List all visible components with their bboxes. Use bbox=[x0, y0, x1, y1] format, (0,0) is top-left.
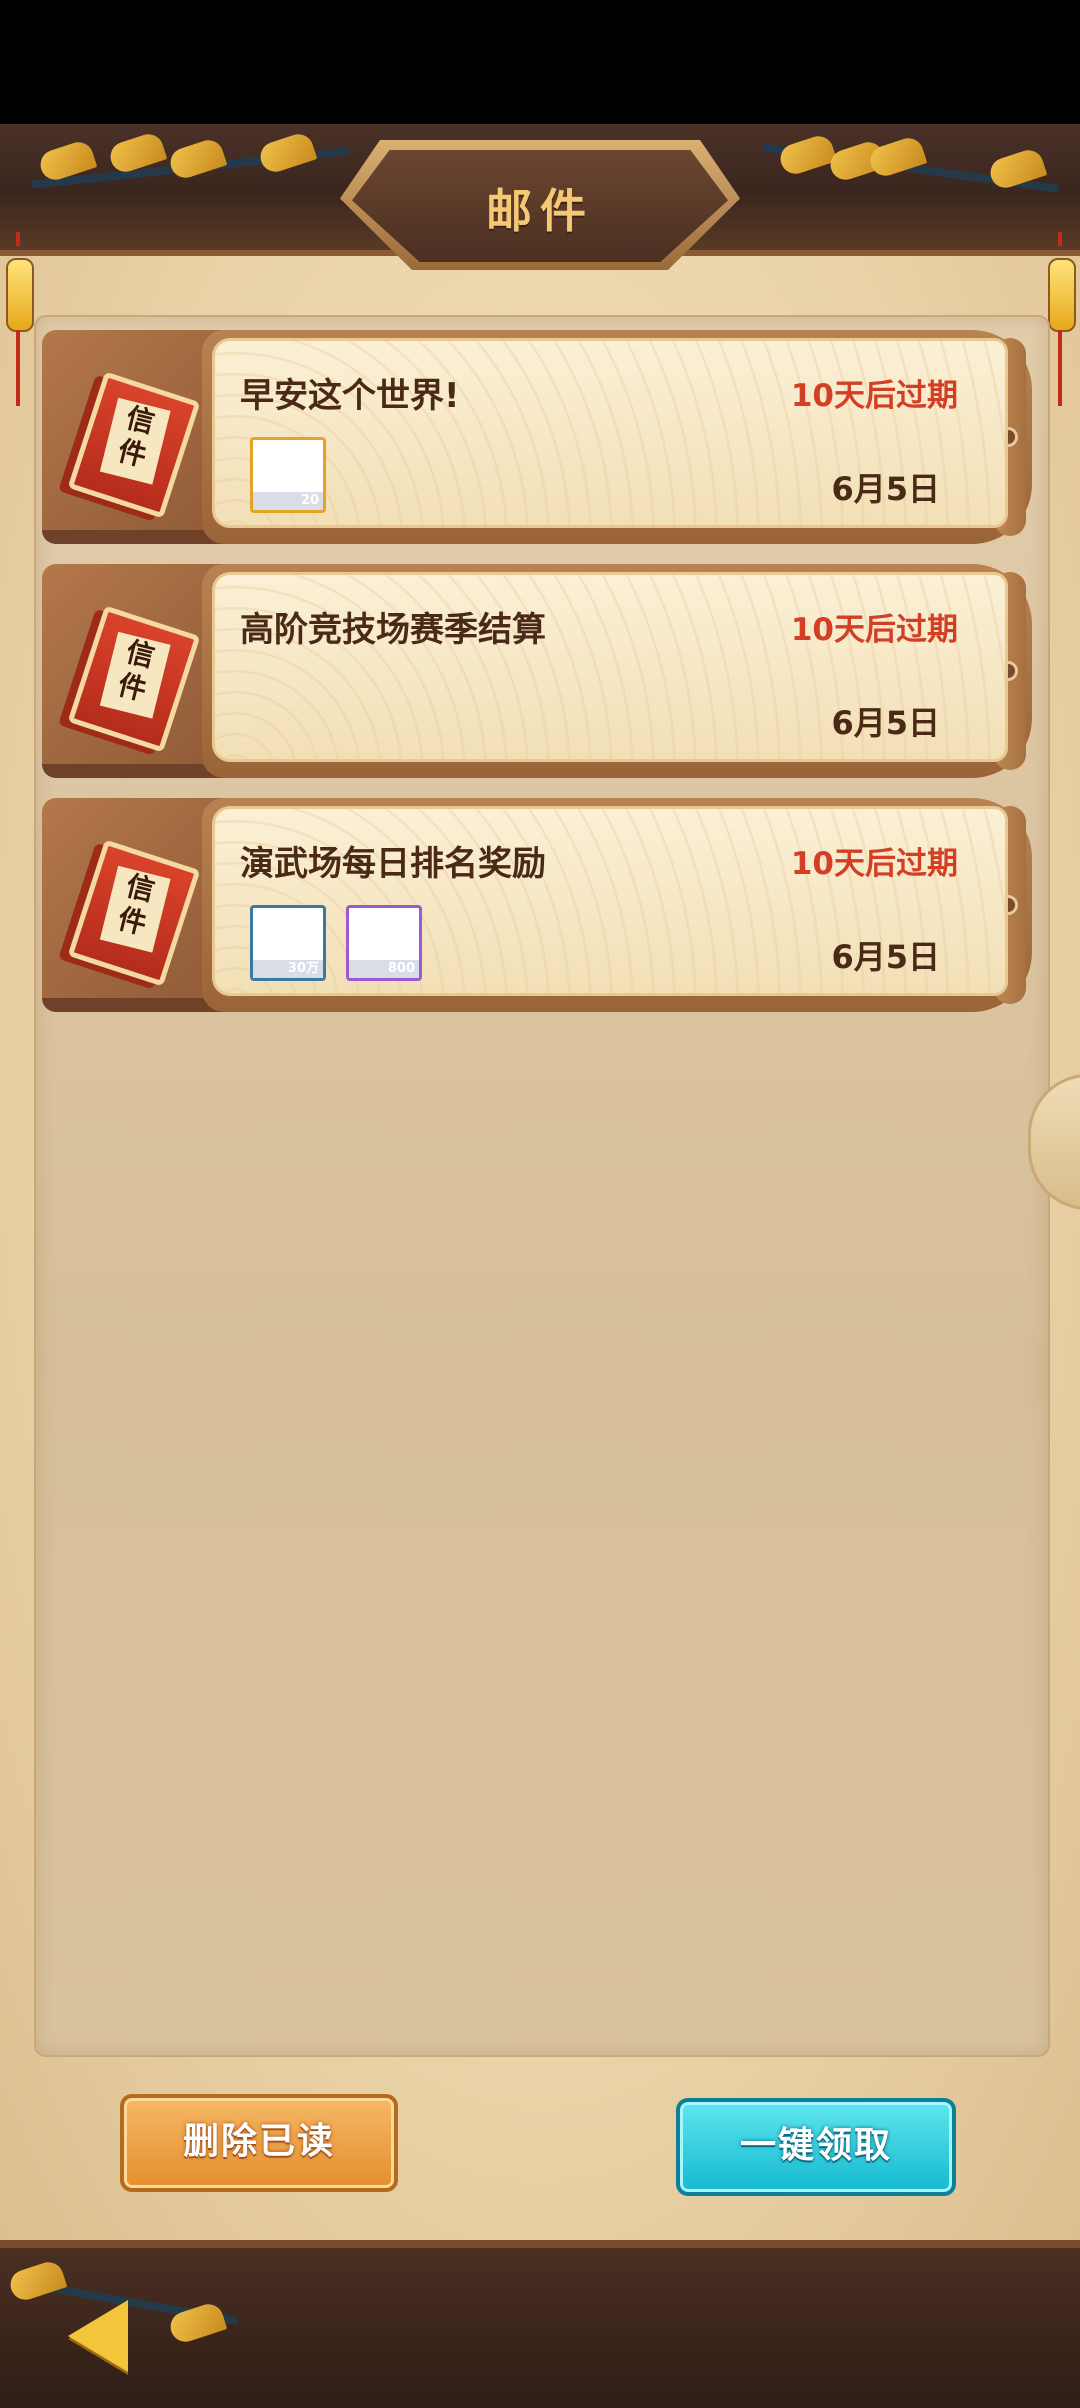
lantern-string bbox=[1058, 232, 1062, 246]
mail-card-body bbox=[202, 330, 1032, 544]
mail-expiry: 10天后过期 bbox=[790, 378, 958, 414]
lantern-string bbox=[16, 232, 20, 246]
letter-icon-label: 信件 bbox=[99, 631, 171, 719]
mail-expiry: 10天后过期 bbox=[790, 612, 958, 648]
mail-item[interactable]: 信件 高阶竞技场赛季结算 10天后过期 6月5日 bbox=[42, 564, 1038, 778]
reward-quantity: 30万 bbox=[253, 960, 323, 978]
mail-title: 高阶竞技场赛季结算 bbox=[240, 610, 546, 650]
back-button[interactable] bbox=[58, 2290, 148, 2380]
mail-date: 6月5日 bbox=[831, 704, 940, 742]
lantern-tassel bbox=[1058, 330, 1062, 406]
mail-item[interactable]: 信件 早安这个世界! 10天后过期 6月5日 20 bbox=[42, 330, 1038, 544]
mail-expiry: 10天后过期 bbox=[790, 846, 958, 882]
letter-icon-label: 信件 bbox=[99, 397, 171, 485]
reward-item[interactable]: 800 bbox=[346, 905, 422, 981]
mail-date: 6月5日 bbox=[831, 470, 940, 508]
bottom-bar bbox=[0, 2240, 1080, 2408]
letter-icon: 信件 bbox=[67, 605, 201, 753]
reward-quantity: 20 bbox=[253, 492, 323, 510]
letter-icon: 信件 bbox=[67, 371, 201, 519]
claim-all-button[interactable]: 一键领取 bbox=[676, 2098, 956, 2196]
lantern-tassel bbox=[16, 330, 20, 406]
ginkgo-leaf-icon bbox=[256, 130, 318, 176]
mail-date: 6月5日 bbox=[831, 938, 940, 976]
lantern-icon bbox=[6, 258, 34, 332]
mail-card-body bbox=[202, 798, 1032, 1012]
reward-quantity: 800 bbox=[349, 960, 419, 978]
mail-title: 演武场每日排名奖励 bbox=[240, 844, 546, 884]
back-arrow-icon bbox=[68, 2300, 128, 2372]
reward-item[interactable]: 30万 bbox=[250, 905, 326, 981]
status-bar-area bbox=[0, 0, 1080, 124]
mail-item[interactable]: 信件 演武场每日排名奖励 10天后过期 6月5日 30万 800 bbox=[42, 798, 1038, 1012]
page-title: 邮件 bbox=[486, 184, 594, 238]
mail-card-body bbox=[202, 564, 1032, 778]
ginkgo-leaf-icon bbox=[166, 136, 228, 182]
lantern-icon bbox=[1048, 258, 1076, 332]
reward-item[interactable]: 20 bbox=[250, 437, 326, 513]
mail-title: 早安这个世界! bbox=[240, 376, 460, 416]
letter-icon-label: 信件 bbox=[99, 865, 171, 953]
letter-icon: 信件 bbox=[67, 839, 201, 987]
delete-read-button[interactable]: 删除已读 bbox=[120, 2094, 398, 2192]
ginkgo-leaf-icon bbox=[776, 132, 838, 178]
